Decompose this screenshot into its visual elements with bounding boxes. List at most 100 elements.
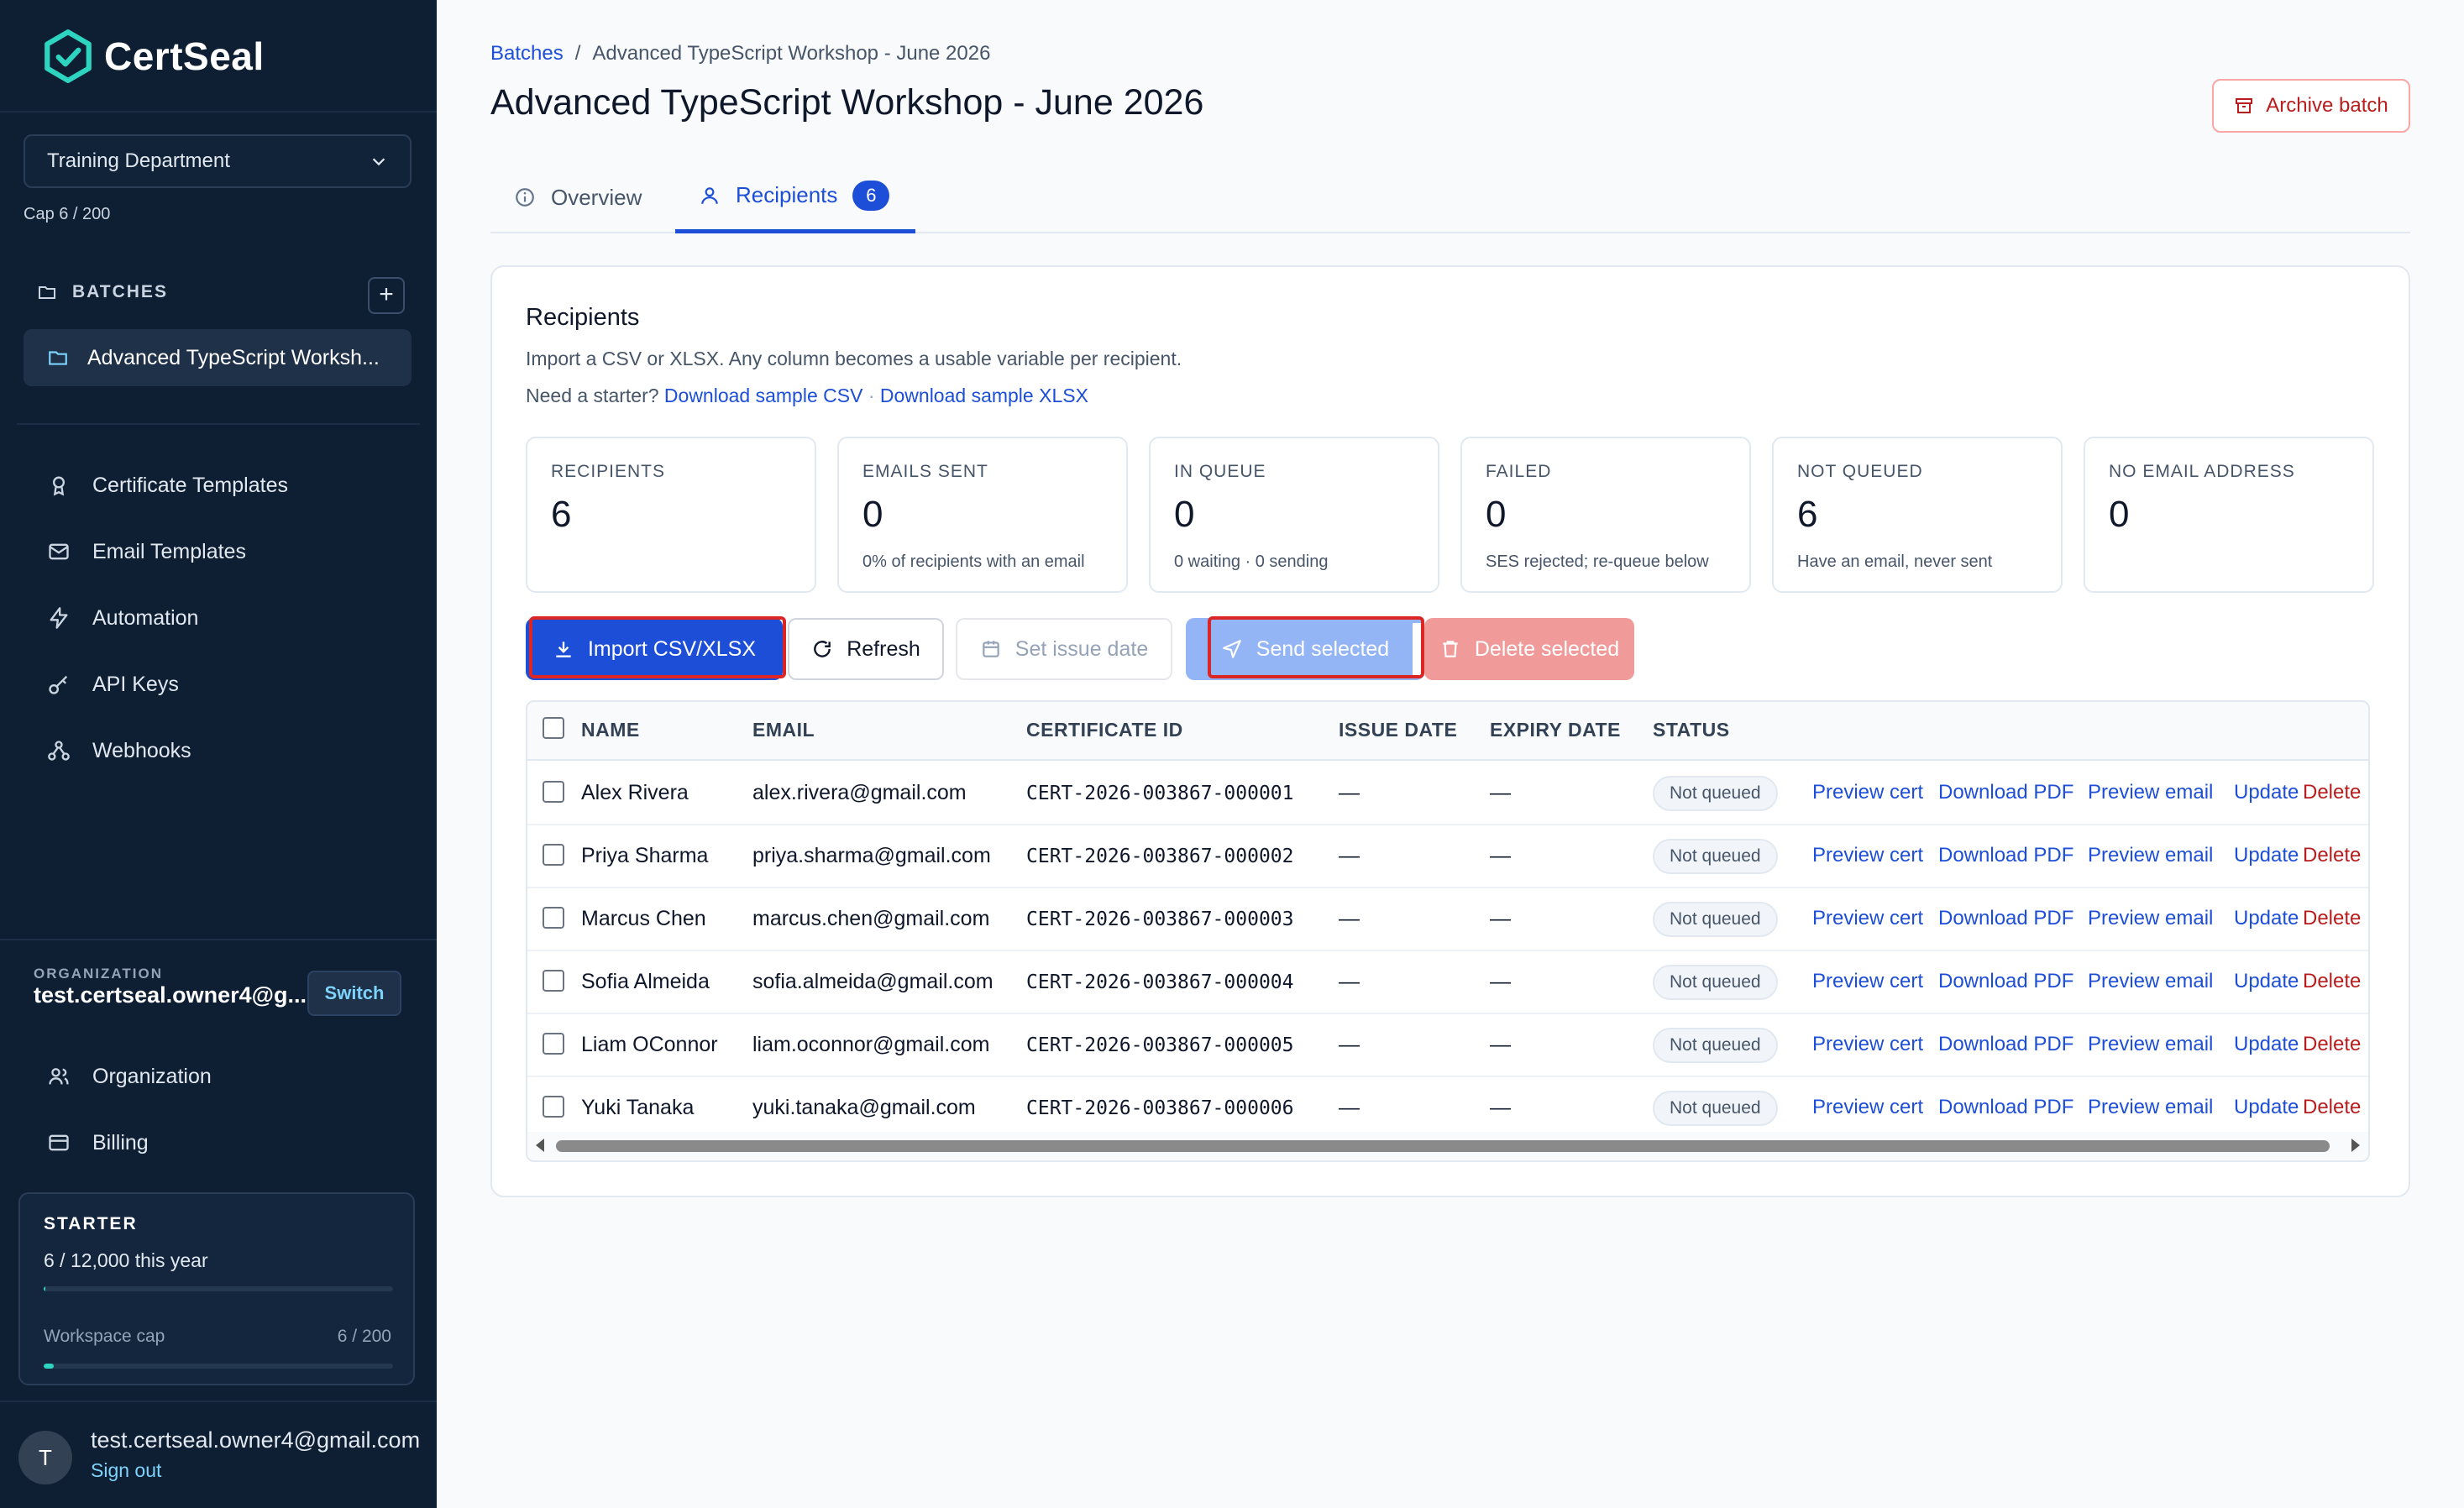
delete-link[interactable]: Delete (2303, 844, 2361, 867)
row-checkbox[interactable] (543, 907, 564, 929)
cell-issue-date: — (1339, 970, 1360, 993)
update-link[interactable]: Update (2234, 1033, 2299, 1056)
sidebar: CertSeal Training Department Cap 6 / 200… (0, 0, 437, 1508)
delete-link[interactable]: Delete (2303, 907, 2361, 930)
sign-out-link[interactable]: Sign out (91, 1459, 161, 1482)
sidebar-item-label: API Keys (92, 672, 179, 696)
preview-email-link[interactable]: Preview email (2088, 1096, 2213, 1119)
delete-selected-button[interactable]: Delete selected (1424, 618, 1634, 680)
add-batch-button[interactable]: + (368, 277, 405, 314)
tab-recipients-label: Recipients (736, 182, 838, 207)
download-pdf-link[interactable]: Download PDF (1938, 1033, 2073, 1056)
preview-cert-link[interactable]: Preview cert (1812, 1096, 1923, 1119)
app-logo[interactable]: CertSeal (40, 29, 265, 84)
scroll-left-icon[interactable] (536, 1139, 544, 1152)
starter-links: Need a starter? Download sample CSV · Do… (526, 385, 1088, 407)
update-link[interactable]: Update (2234, 844, 2299, 867)
sidebar-item-email-templates[interactable]: Email Templates (24, 526, 412, 577)
column-header-expiry-date[interactable]: EXPIRY DATE (1490, 719, 1621, 741)
column-header-email[interactable]: EMAIL (752, 719, 815, 741)
row-checkbox[interactable] (543, 1033, 564, 1055)
delete-link[interactable]: Delete (2303, 970, 2361, 993)
sidebar-item-billing[interactable]: Billing (24, 1118, 412, 1168)
archive-batch-button[interactable]: Archive batch (2212, 79, 2410, 133)
download-pdf-link[interactable]: Download PDF (1938, 844, 2073, 867)
breadcrumb-separator: / (574, 42, 581, 65)
column-header-issue-date[interactable]: ISSUE DATE (1339, 719, 1457, 741)
sidebar-item-api-keys[interactable]: API Keys (24, 659, 412, 709)
delete-link[interactable]: Delete (2303, 1033, 2361, 1056)
stat-label: NOT QUEUED (1797, 462, 1923, 481)
tab-recipients[interactable]: Recipients 6 (675, 161, 915, 233)
preview-cert-link[interactable]: Preview cert (1812, 907, 1923, 930)
download-pdf-link[interactable]: Download PDF (1938, 781, 2073, 804)
sidebar-batch-item[interactable]: Advanced TypeScript Worksh... (24, 329, 412, 386)
column-header-status[interactable]: STATUS (1653, 719, 1730, 741)
scrollbar-thumb[interactable] (556, 1140, 2330, 1152)
preview-email-link[interactable]: Preview email (2088, 970, 2213, 993)
row-checkbox[interactable] (543, 1096, 564, 1118)
sidebar-divider (17, 423, 420, 425)
department-select[interactable]: Training Department (24, 134, 412, 188)
update-link[interactable]: Update (2234, 970, 2299, 993)
info-icon (516, 188, 534, 207)
set-issue-date-button[interactable]: Set issue date (956, 618, 1172, 680)
update-link[interactable]: Update (2234, 907, 2299, 930)
preview-email-link[interactable]: Preview email (2088, 844, 2213, 867)
sidebar-item-certificate-templates[interactable]: Certificate Templates (24, 460, 412, 511)
recipients-title: Recipients (526, 304, 640, 331)
preview-cert-link[interactable]: Preview cert (1812, 844, 1923, 867)
download-pdf-link[interactable]: Download PDF (1938, 970, 2073, 993)
horizontal-scrollbar[interactable] (527, 1132, 2368, 1160)
sidebar-item-webhooks[interactable]: Webhooks (24, 725, 412, 776)
calendar-icon (983, 641, 999, 657)
preview-cert-link[interactable]: Preview cert (1812, 970, 1923, 993)
column-header-name[interactable]: NAME (581, 719, 640, 741)
download-sample-xlsx-link[interactable]: Download sample XLSX (880, 385, 1088, 406)
update-link[interactable]: Update (2234, 781, 2299, 804)
refresh-button[interactable]: Refresh (788, 618, 944, 680)
update-link[interactable]: Update (2234, 1096, 2299, 1119)
breadcrumb-batches-link[interactable]: Batches (490, 42, 564, 65)
delete-link[interactable]: Delete (2303, 781, 2361, 804)
download-sample-csv-link[interactable]: Download sample CSV (664, 385, 863, 406)
row-checkbox[interactable] (543, 781, 564, 803)
breadcrumb-current: Advanced TypeScript Workshop - June 2026 (592, 42, 991, 65)
delete-link[interactable]: Delete (2303, 1096, 2361, 1119)
row-checkbox[interactable] (543, 844, 564, 866)
certseal-logo-icon (45, 29, 92, 83)
switch-organization-button[interactable]: Switch (307, 971, 401, 1016)
preview-cert-link[interactable]: Preview cert (1812, 781, 1923, 804)
recipients-card: Recipients Import a CSV or XLSX. Any col… (490, 265, 2410, 1197)
sidebar-item-label: Webhooks (92, 738, 191, 762)
row-checkbox[interactable] (543, 970, 564, 992)
sidebar-item-automation[interactable]: Automation (24, 593, 412, 643)
plan-usage-card: STARTER 6 / 12,000 this year Workspace c… (18, 1192, 415, 1385)
starter-separator: · (868, 385, 875, 406)
avatar[interactable]: T (18, 1431, 72, 1484)
preview-email-link[interactable]: Preview email (2088, 781, 2213, 804)
refresh-icon (814, 641, 831, 657)
table-row: Liam OConnor liam.oconnor@gmail.com CERT-2… (527, 1014, 2368, 1077)
stat-value: 6 (1797, 494, 1818, 535)
stat-failed: FAILED 0 SES rejected; re-queue below (1460, 437, 1751, 593)
scroll-right-icon[interactable] (2351, 1139, 2360, 1152)
app-name: CertSeal (104, 34, 265, 78)
cell-email: sofia.almeida@gmail.com (752, 970, 993, 993)
status-badge: Not queued (1653, 902, 1778, 937)
stat-label: IN QUEUE (1174, 462, 1266, 481)
sidebar-item-organization[interactable]: Organization (24, 1051, 412, 1102)
table-row: Alex Rivera alex.rivera@gmail.com CERT-202… (527, 762, 2368, 825)
preview-email-link[interactable]: Preview email (2088, 907, 2213, 930)
preview-email-link[interactable]: Preview email (2088, 1033, 2213, 1056)
highlight-box-import (529, 616, 786, 678)
tab-overview[interactable]: Overview (490, 161, 665, 233)
column-header-certificate-id[interactable]: CERTIFICATE ID (1026, 719, 1183, 741)
select-all-checkbox[interactable] (543, 717, 564, 739)
download-pdf-link[interactable]: Download PDF (1938, 907, 2073, 930)
stat-no-email-address: NO EMAIL ADDRESS 0 (2084, 437, 2374, 593)
download-pdf-link[interactable]: Download PDF (1938, 1096, 2073, 1119)
preview-cert-link[interactable]: Preview cert (1812, 1033, 1923, 1056)
stat-label: EMAILS SENT (862, 462, 988, 481)
organization-label: ORGANIZATION (34, 966, 164, 982)
